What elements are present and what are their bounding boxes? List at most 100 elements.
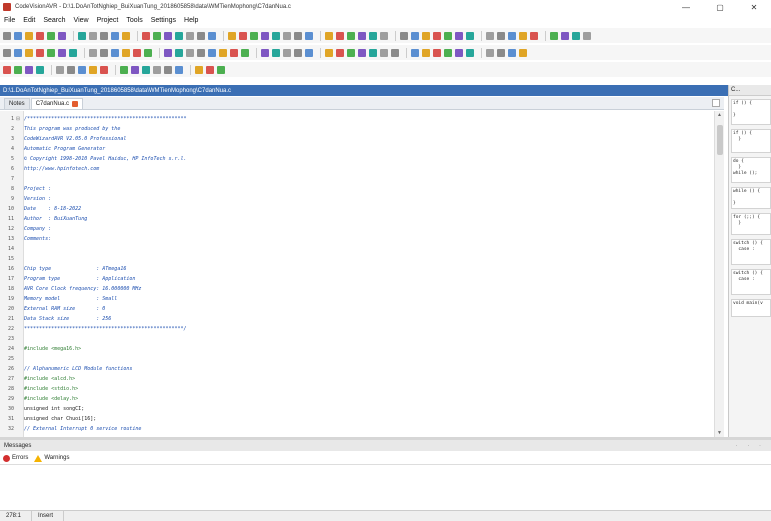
toolbar-button-icon[interactable]	[208, 48, 216, 57]
toolbar-button-icon[interactable]	[572, 31, 580, 40]
toolbar-button-icon[interactable]	[239, 31, 247, 40]
toolbar-button-icon[interactable]	[111, 48, 119, 57]
toolbar-button-icon[interactable]	[197, 48, 205, 57]
toolbar-button-icon[interactable]	[47, 31, 55, 40]
toolbar-button-icon[interactable]	[497, 48, 505, 57]
toolbar-button-icon[interactable]	[89, 48, 97, 57]
toolbar-button-icon[interactable]	[433, 48, 441, 57]
code-templates-header[interactable]: C...	[729, 85, 771, 96]
toolbar-button-icon[interactable]	[100, 65, 108, 74]
toolbar-button-icon[interactable]	[175, 48, 183, 57]
toolbar-button-icon[interactable]	[208, 31, 216, 40]
toolbar-button-icon[interactable]	[486, 48, 494, 57]
messages-list[interactable]	[0, 466, 771, 509]
toolbar-button-icon[interactable]	[583, 31, 591, 40]
toolbar-button-icon[interactable]	[433, 31, 441, 40]
tab-notes[interactable]: Notes	[4, 98, 30, 109]
toolbar-button-icon[interactable]	[58, 31, 66, 40]
toolbar-button-icon[interactable]	[111, 31, 119, 40]
toolbar-button-icon[interactable]	[25, 31, 33, 40]
toolbar-button-icon[interactable]	[561, 31, 569, 40]
toolbar-button-icon[interactable]	[47, 48, 55, 57]
toolbar-button-icon[interactable]	[144, 48, 152, 57]
toolbar-button-icon[interactable]	[466, 31, 474, 40]
toolbar-button-icon[interactable]	[217, 65, 225, 74]
toolbar-button-icon[interactable]	[58, 48, 66, 57]
toolbar-button-icon[interactable]	[241, 48, 249, 57]
toolbar-button-icon[interactable]	[336, 31, 344, 40]
toolbar-button-icon[interactable]	[230, 48, 238, 57]
toolbar-button-icon[interactable]	[100, 48, 108, 57]
close-tab-icon[interactable]	[72, 101, 79, 107]
toolbar-button-icon[interactable]	[411, 31, 419, 40]
minimize-button[interactable]: —	[669, 0, 703, 14]
toolbar-button-icon[interactable]	[153, 65, 161, 74]
toolbar-button-icon[interactable]	[164, 65, 172, 74]
toolbar-button-icon[interactable]	[325, 48, 333, 57]
toolbar-button-icon[interactable]	[422, 48, 430, 57]
tab-warnings[interactable]: Warnings	[34, 454, 69, 462]
menu-file[interactable]: File	[4, 17, 15, 24]
toolbar-button-icon[interactable]	[89, 65, 97, 74]
toolbar-button-icon[interactable]	[14, 65, 22, 74]
toolbar-button-icon[interactable]	[261, 48, 269, 57]
toolbar-button-icon[interactable]	[3, 31, 11, 40]
toolbar-button-icon[interactable]	[175, 65, 183, 74]
toolbar-button-icon[interactable]	[358, 48, 366, 57]
toolbar-button-icon[interactable]	[122, 31, 130, 40]
toolbar-button-icon[interactable]	[133, 48, 141, 57]
toolbar-button-icon[interactable]	[261, 31, 269, 40]
toolbar-button-icon[interactable]	[195, 65, 203, 74]
menu-tools[interactable]: Tools	[126, 17, 142, 24]
toolbar-button-icon[interactable]	[186, 31, 194, 40]
toolbar-button-icon[interactable]	[56, 65, 64, 74]
toolbar-button-icon[interactable]	[347, 48, 355, 57]
toolbar-button-icon[interactable]	[466, 48, 474, 57]
toolbar-button-icon[interactable]	[272, 31, 280, 40]
toolbar-button-icon[interactable]	[422, 31, 430, 40]
toolbar-button-icon[interactable]	[89, 31, 97, 40]
menu-project[interactable]: Project	[97, 17, 119, 24]
close-button[interactable]: ✕	[737, 0, 771, 14]
toolbar-button-icon[interactable]	[283, 48, 291, 57]
toolbar-button-icon[interactable]	[3, 65, 11, 74]
code-template-item[interactable]: switch () { case :	[731, 239, 771, 265]
toolbar-button-icon[interactable]	[164, 31, 172, 40]
toolbar-button-icon[interactable]	[219, 48, 227, 57]
toolbar-button-icon[interactable]	[508, 31, 516, 40]
toolbar-button-icon[interactable]	[358, 31, 366, 40]
code-template-item[interactable]: do { } while ();	[731, 157, 771, 183]
toolbar-button-icon[interactable]	[14, 31, 22, 40]
toolbar-button-icon[interactable]	[294, 31, 302, 40]
toolbar-button-icon[interactable]	[272, 48, 280, 57]
toolbar-button-icon[interactable]	[497, 31, 505, 40]
toolbar-button-icon[interactable]	[400, 31, 408, 40]
toolbar-button-icon[interactable]	[25, 65, 33, 74]
code-editor[interactable]: 1 ⊟/*************************************…	[0, 111, 724, 437]
toolbar-button-icon[interactable]	[67, 65, 75, 74]
maximize-button[interactable]: ▢	[703, 0, 737, 14]
toolbar-button-icon[interactable]	[508, 48, 516, 57]
menu-edit[interactable]: Edit	[23, 17, 35, 24]
toolbar-button-icon[interactable]	[283, 31, 291, 40]
toolbar-button-icon[interactable]	[519, 48, 527, 57]
toolbar-button-icon[interactable]	[120, 65, 128, 74]
toolbar-button-icon[interactable]	[347, 31, 355, 40]
toolbar-button-icon[interactable]	[78, 31, 86, 40]
toolbar-button-icon[interactable]	[455, 31, 463, 40]
toolbar-button-icon[interactable]	[14, 48, 22, 57]
panel-options-icon[interactable]: · · ·	[736, 443, 765, 449]
toolbar-button-icon[interactable]	[325, 31, 333, 40]
scroll-down-icon[interactable]: ▼	[717, 430, 722, 436]
menu-view[interactable]: View	[74, 17, 89, 24]
toolbar-button-icon[interactable]	[100, 31, 108, 40]
toolbar-button-icon[interactable]	[122, 48, 130, 57]
toolbar-button-icon[interactable]	[186, 48, 194, 57]
tab-errors[interactable]: Errors	[3, 454, 28, 462]
toolbar-button-icon[interactable]	[369, 48, 377, 57]
toolbar-button-icon[interactable]	[142, 65, 150, 74]
menu-search[interactable]: Search	[43, 17, 65, 24]
code-template-item[interactable]: for (;;) { }	[731, 213, 771, 235]
code-template-item[interactable]: if () { }	[731, 99, 771, 125]
toolbar-button-icon[interactable]	[294, 48, 302, 57]
